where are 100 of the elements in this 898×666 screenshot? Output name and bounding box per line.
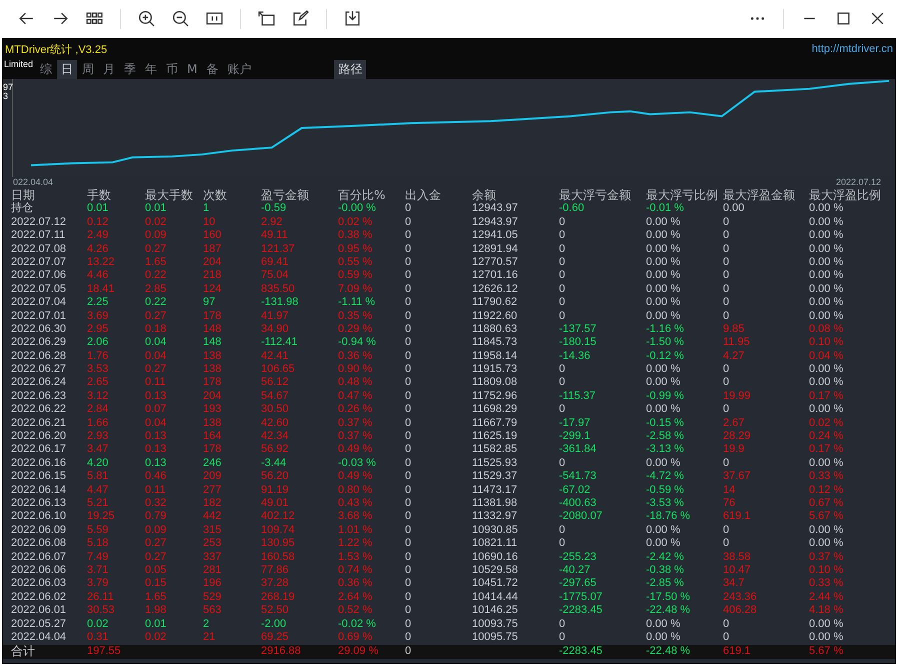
column-header: 日期 — [11, 189, 36, 202]
forward-arrow-icon[interactable] — [52, 10, 69, 27]
table-cell-text: 1.65 — [145, 590, 168, 604]
table-cell-text: -2.00 — [261, 618, 288, 631]
period-tab[interactable]: 月 — [99, 60, 120, 78]
table-cell-text: 0 — [405, 229, 412, 243]
table-cell-text: 19.9 — [723, 443, 746, 457]
table-cell-text: 30.53 — [87, 604, 116, 618]
period-tab[interactable]: 季 — [120, 60, 140, 78]
zoom-in-icon[interactable] — [138, 10, 155, 27]
table-cell-text: 11915.73 — [472, 363, 518, 376]
period-tab[interactable]: 备 — [202, 60, 222, 78]
table-cell-text: -1.50 % — [646, 336, 685, 350]
table-cell-text: 121.37 — [261, 242, 296, 256]
table-cell-text: -2283.45 — [559, 604, 604, 618]
table-cell-text: 0 — [405, 296, 412, 310]
back-arrow-icon[interactable] — [18, 10, 35, 27]
table-cell-text: 0 — [405, 550, 412, 564]
column-header: 手数 — [87, 189, 112, 202]
table-cell-text: 49.01 — [261, 496, 290, 510]
table-cell-text: 0.11 — [145, 376, 167, 390]
table-cell-text: -297.65 — [559, 577, 598, 591]
table-cell-text: 11845.73 — [472, 336, 518, 350]
limited-label: Limited — [4, 59, 34, 69]
table-cell-text: 0.00 % — [809, 269, 844, 283]
website-link[interactable]: http://mtdriver.cn — [812, 43, 893, 55]
table-cell-text: 11332.97 — [472, 510, 518, 524]
table-cell-text: 12701.16 — [472, 269, 519, 283]
table-cell-text: 0 — [405, 470, 412, 484]
table-cell-text: 0 — [405, 456, 412, 470]
path-button[interactable]: 路径 — [334, 60, 366, 78]
table-cell-text: 0.00 % — [809, 376, 844, 390]
table-cell-text: 0 — [405, 630, 412, 644]
table-cell-text: 56.92 — [261, 443, 290, 457]
table-cell-text: -22.48 % — [646, 604, 692, 618]
period-tab[interactable]: 周 — [78, 60, 98, 78]
period-tab[interactable]: 币 — [162, 60, 182, 78]
save-icon[interactable] — [344, 10, 361, 27]
table-cell-text: 0.47 % — [338, 390, 374, 404]
table-cell-text: 0.22 — [145, 296, 168, 310]
table-cell-text: 4.26 — [87, 242, 110, 256]
date-cell-text: 2022.06.06 — [11, 564, 68, 578]
table-cell-text: 253 — [203, 537, 222, 551]
total-cell-text: -22.48 % — [646, 645, 692, 660]
table-cell-text: 75.04 — [261, 269, 290, 283]
table-cell-text: 37.28 — [261, 577, 290, 591]
table-cell-text: -0.03 % — [338, 456, 377, 470]
table-cell-text: 0.10 % — [809, 564, 844, 578]
period-tab[interactable]: M — [183, 61, 202, 77]
date-cell-text: 2022.06.21 — [11, 416, 68, 430]
period-tab[interactable]: 账户 — [223, 60, 256, 78]
table-cell-text: 0 — [405, 336, 412, 350]
period-tab[interactable]: 综 — [36, 60, 56, 78]
table-cell-text: 0.00 % — [646, 376, 682, 390]
table-cell-text: 0.35 % — [338, 310, 374, 323]
table-cell-text: 0.00 % — [809, 310, 844, 323]
table-cell-text: 2.65 — [87, 376, 110, 390]
table-cell-text: 0 — [405, 202, 412, 216]
period-tab[interactable]: 年 — [141, 60, 162, 78]
date-cell-text: 2022.07.05 — [11, 282, 68, 296]
table-cell-text: 0.17 % — [809, 390, 844, 404]
table-cell-text: 0.00 % — [646, 310, 682, 323]
table-cell-text: 0 — [559, 403, 566, 417]
table-cell-text: -400.63 — [559, 496, 598, 510]
period-tab[interactable]: 日 — [57, 60, 78, 78]
table-cell-text: 11752.96 — [472, 390, 518, 404]
table-cell-text: 0.00 % — [646, 456, 682, 470]
table-cell-text: 0.00 % — [646, 363, 682, 376]
table-cell-text: 0.37 % — [338, 430, 374, 444]
table-cell-text: 1.65 — [145, 256, 168, 270]
total-cell-text: -2283.45 — [559, 645, 604, 660]
table-cell-text: 26.11 — [87, 590, 115, 604]
close-icon[interactable] — [869, 10, 886, 27]
table-cell-text: 2.44 % — [809, 590, 844, 604]
table-cell-text: 10690.16 — [472, 550, 519, 564]
table-cell-text: 0.37 % — [338, 416, 374, 430]
table-cell-text: 0 — [405, 524, 412, 538]
table-cell-text: 52.50 — [261, 604, 290, 618]
table-cell-text: 0 — [723, 376, 730, 390]
table-cell-text: 0 — [405, 618, 412, 631]
table-cell-text: -0.02 % — [338, 618, 377, 631]
actual-size-icon[interactable] — [206, 10, 223, 27]
table-cell-text: 2 — [203, 618, 210, 631]
maximize-icon[interactable] — [835, 10, 852, 27]
table-cell-text: 11381.98 — [472, 496, 518, 510]
table-cell-text: 160 — [203, 229, 222, 243]
table-cell-text: 12626.12 — [472, 282, 519, 296]
table-cell-text: 0 — [405, 510, 412, 524]
table-cell-text: 10451.72 — [472, 577, 519, 591]
zoom-out-icon[interactable] — [172, 10, 189, 27]
table-cell-text: 0.02 % — [809, 416, 844, 430]
column-header: 最大浮盈比例 — [809, 189, 882, 202]
table-cell-text: 0.00 % — [809, 296, 844, 310]
grid-icon[interactable] — [86, 10, 103, 27]
table-cell-text: 11525.93 — [472, 456, 518, 470]
table-cell-text: 0.31 — [87, 630, 110, 644]
table-cell-text: 0.52 % — [338, 604, 374, 618]
edit-icon[interactable] — [292, 10, 309, 27]
rotate-icon[interactable] — [258, 10, 275, 27]
table-cell-text: 54.67 — [261, 390, 290, 404]
